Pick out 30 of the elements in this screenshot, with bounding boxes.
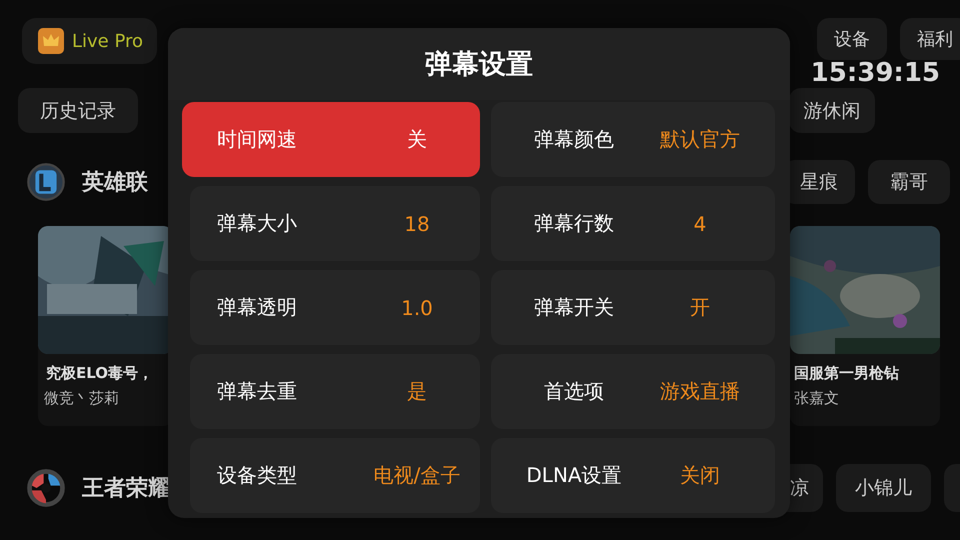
app-badge[interactable]: Live Pro bbox=[22, 18, 158, 64]
nav-button[interactable]: 福利 bbox=[900, 18, 960, 60]
category-chip[interactable]: 历史记录 bbox=[18, 88, 138, 133]
video-card[interactable]: 国服第一男枪钻 张嘉文 bbox=[790, 226, 940, 426]
crown-icon bbox=[38, 28, 64, 54]
app-name: Live Pro bbox=[72, 30, 144, 52]
category-chip[interactable]: 游休闲 bbox=[789, 88, 875, 133]
tag-chip[interactable]: 霸哥 bbox=[868, 160, 950, 204]
setting-option[interactable]: 弹幕颜色 默认官方 bbox=[491, 102, 775, 177]
setting-option[interactable]: 弹幕大小 18 bbox=[190, 186, 480, 261]
tag-chip[interactable]: 小锦儿 bbox=[836, 464, 931, 512]
video-title: 国服第一男枪钻 bbox=[793, 363, 900, 383]
clock: 15:39:15 bbox=[810, 58, 940, 88]
setting-option[interactable]: 弹幕行数 4 bbox=[491, 186, 775, 261]
setting-option[interactable]: 弹幕透明 1.0 bbox=[190, 270, 480, 345]
setting-option[interactable]: 弹幕去重 是 bbox=[190, 354, 480, 429]
setting-option[interactable]: DLNA设置 关闭 bbox=[491, 438, 775, 513]
section-title: 英雄联 bbox=[82, 169, 148, 197]
setting-option[interactable]: 设备类型 电视/盒子 bbox=[190, 438, 480, 513]
emblem-icon bbox=[26, 468, 66, 508]
setting-option[interactable]: 弹幕开关 开 bbox=[491, 270, 775, 345]
section-title: 王者荣耀 bbox=[82, 475, 170, 503]
dialog-title: 弹幕设置 bbox=[425, 48, 533, 82]
nav-button[interactable]: 设备 bbox=[817, 18, 887, 60]
video-title: 究极ELO毒号， bbox=[45, 363, 154, 383]
setting-option[interactable]: 时间网速 关 bbox=[182, 102, 480, 177]
shield-icon bbox=[26, 162, 66, 202]
streamer-name: 微竞丶莎莉 bbox=[43, 388, 120, 408]
streamer-name: 张嘉文 bbox=[793, 388, 840, 408]
setting-option[interactable]: 首选项 游戏直播 bbox=[491, 354, 775, 429]
